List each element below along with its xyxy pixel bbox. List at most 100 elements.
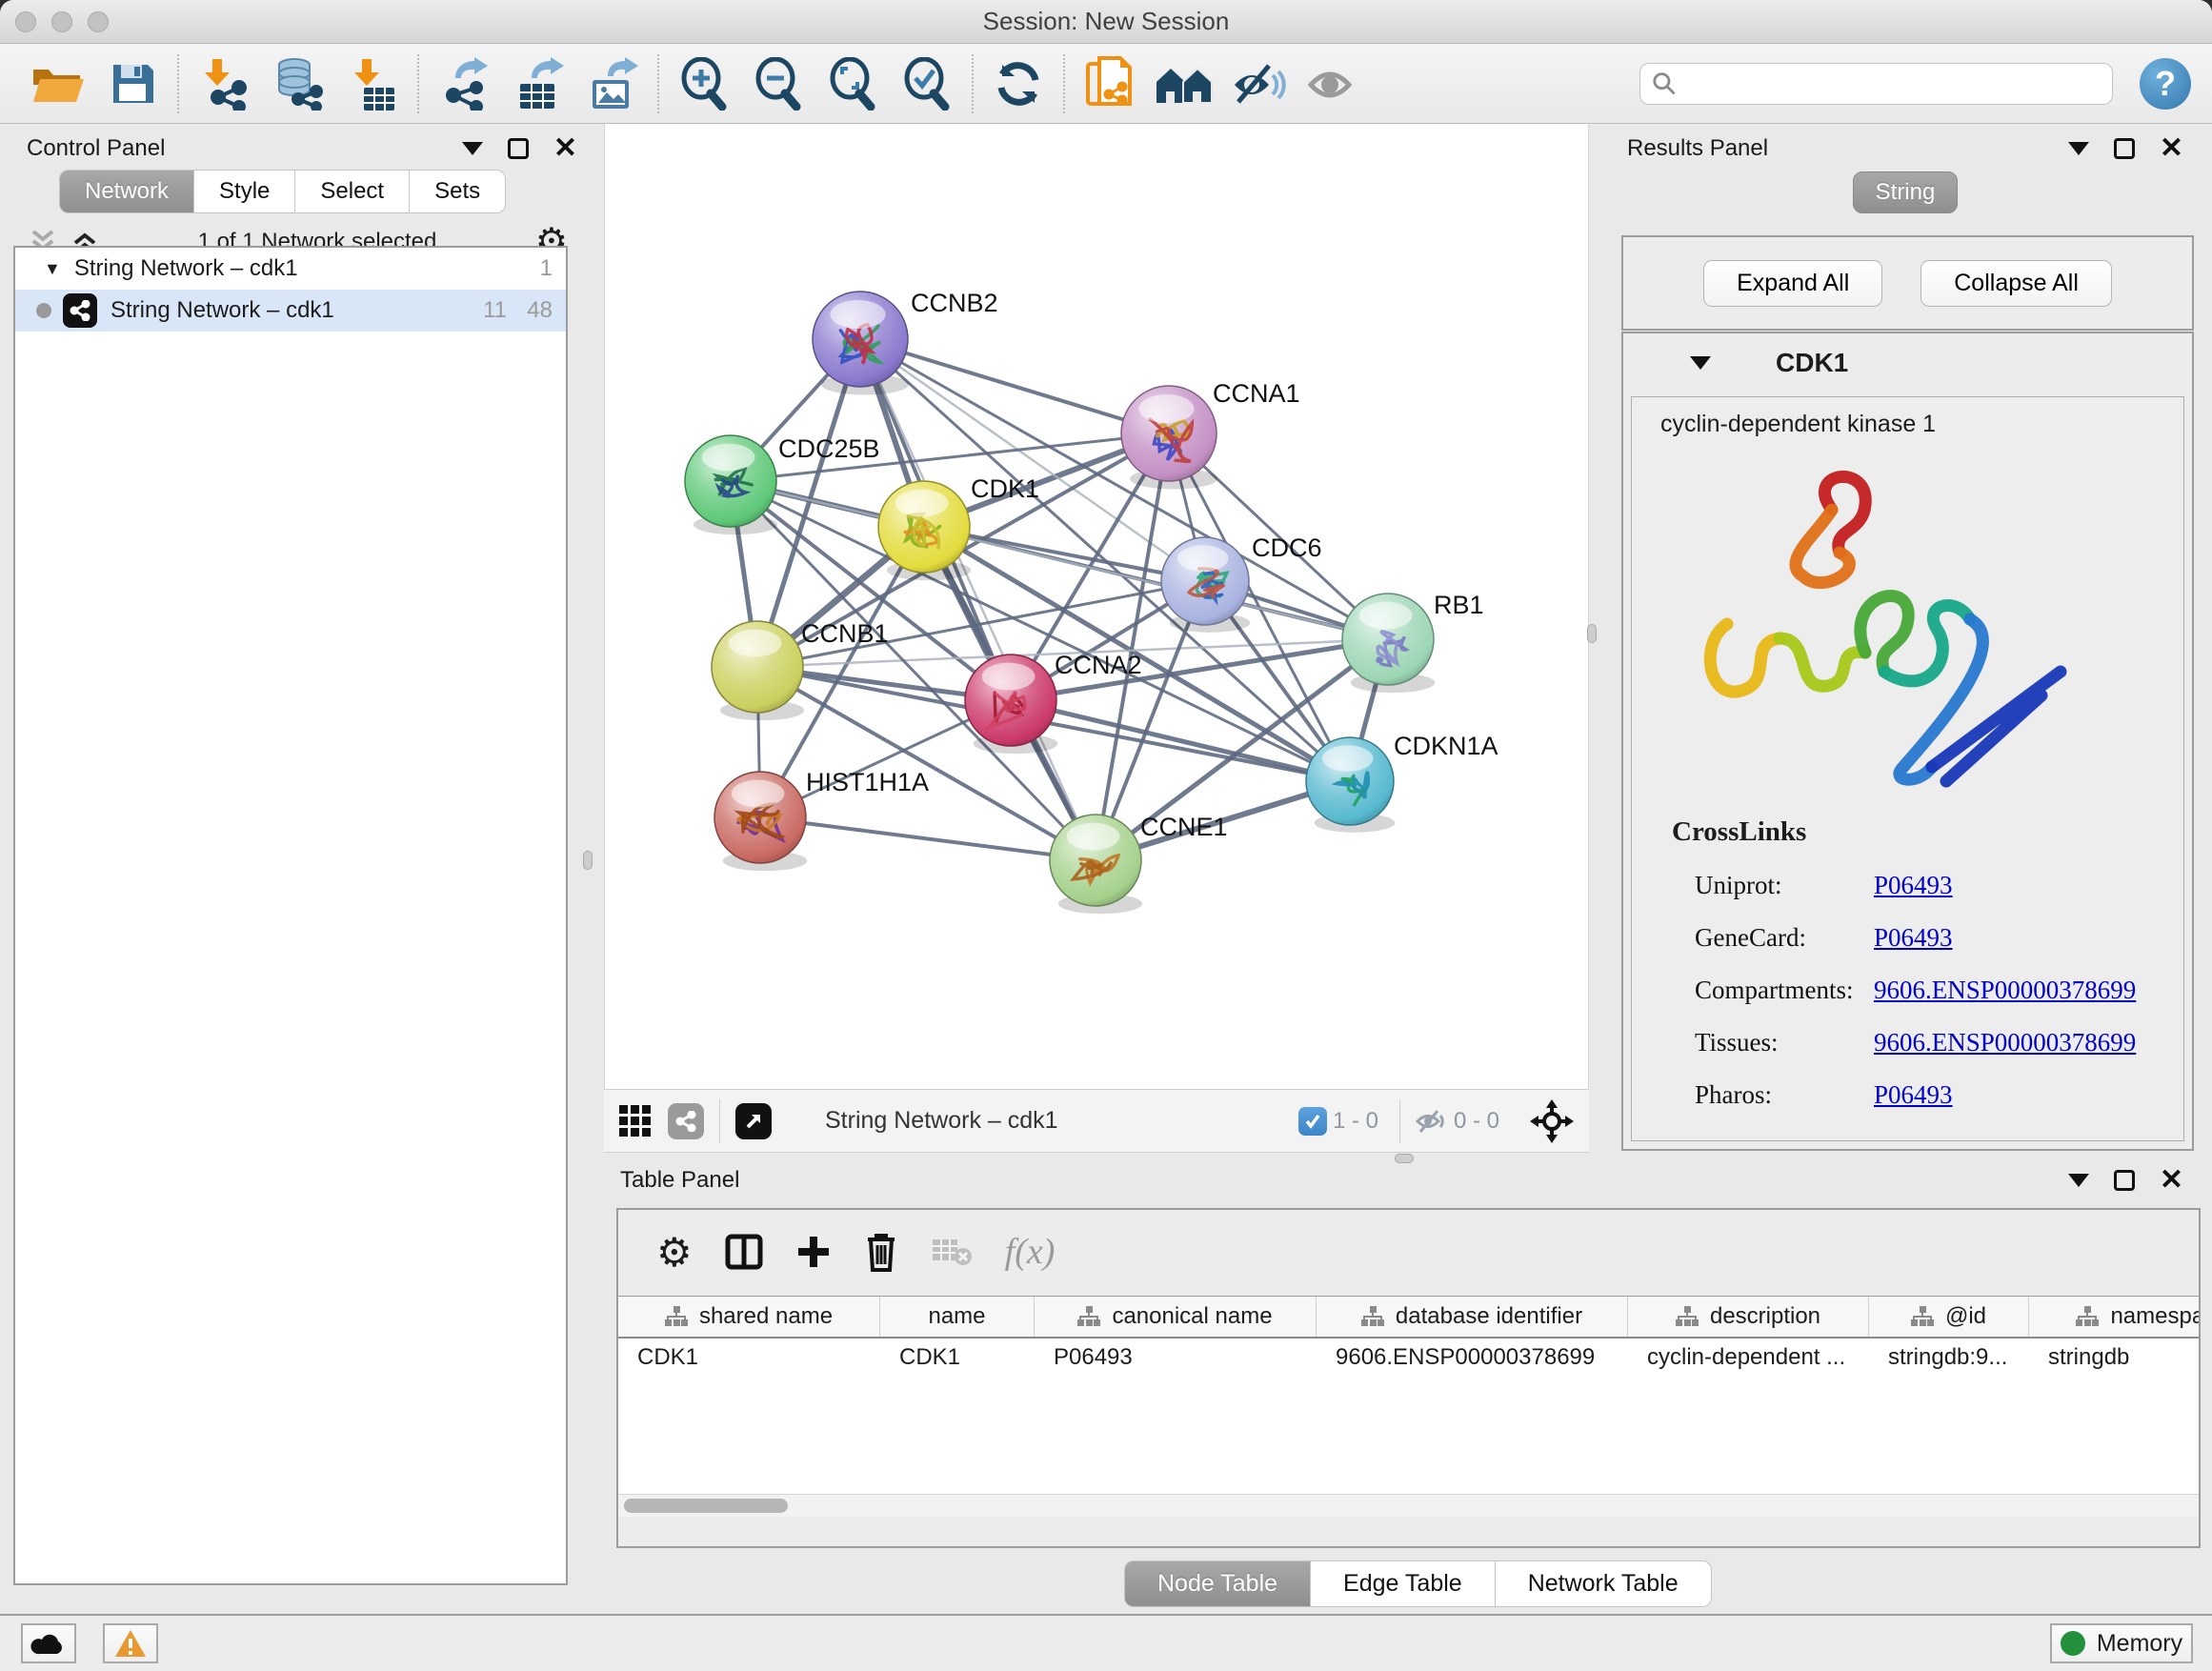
network-graph[interactable]: CCNB2CCNA1CDC25BCDK1CDC6RB1CCNB1CCNA2CDK… xyxy=(605,124,1590,1089)
tab-sets[interactable]: Sets xyxy=(410,170,506,213)
toolbar-separator xyxy=(719,1099,720,1143)
zoom-fit-button[interactable] xyxy=(815,50,890,118)
crosslink-link[interactable]: 9606.ENSP00000378699 xyxy=(1874,1028,2136,1057)
import-network-file-button[interactable] xyxy=(187,50,261,118)
export-network-icon xyxy=(438,57,490,111)
zoom-out-button[interactable] xyxy=(741,50,815,118)
memory-button[interactable]: Memory xyxy=(2050,1623,2193,1663)
network-tree: ▼String Network – cdk11String Network – … xyxy=(13,246,568,1585)
function-builder-icon[interactable]: f(x) xyxy=(1005,1231,1056,1273)
selected-nodes-checkbox[interactable] xyxy=(1298,1107,1327,1136)
help-button[interactable]: ? xyxy=(2140,58,2191,110)
node-CDK1[interactable]: CDK1 xyxy=(878,474,1039,580)
import-table-button[interactable] xyxy=(335,50,410,118)
hide-selected-button[interactable] xyxy=(1221,50,1296,118)
right-splitter-handle[interactable] xyxy=(1587,624,1597,643)
search-field[interactable] xyxy=(1639,63,2113,105)
tab-network[interactable]: Network xyxy=(59,170,194,213)
table-cell: stringdb:9... xyxy=(1869,1339,2029,1380)
table-row[interactable]: CDK1CDK1P064939606.ENSP00000378699cyclin… xyxy=(618,1339,2199,1380)
panel-menu-icon[interactable] xyxy=(2068,142,2089,155)
panel-float-icon[interactable] xyxy=(2114,1170,2135,1191)
panel-float-icon[interactable] xyxy=(2114,138,2135,159)
tab-select[interactable]: Select xyxy=(295,170,410,213)
zoom-in-button[interactable] xyxy=(667,50,741,118)
add-column-icon[interactable] xyxy=(795,1234,832,1270)
panel-close-icon[interactable]: ✕ xyxy=(2160,1170,2183,1191)
crosslink-link[interactable]: P06493 xyxy=(1874,1080,1953,1110)
table-horizontal-scrollbar[interactable] xyxy=(618,1494,2199,1517)
main-toolbar: ? xyxy=(0,44,2212,124)
left-splitter-handle[interactable] xyxy=(583,851,593,870)
column-header-@id[interactable]: @id xyxy=(1869,1297,2029,1337)
column-header-description[interactable]: description xyxy=(1628,1297,1869,1337)
node-CDKN1A[interactable]: CDKN1A xyxy=(1306,732,1498,833)
export-network-button[interactable] xyxy=(427,50,501,118)
expand-all-button[interactable]: Expand All xyxy=(1703,260,1882,307)
table-toolbar: ⚙ f(x) xyxy=(618,1210,2199,1294)
import-network-database-button[interactable] xyxy=(261,50,335,118)
show-columns-icon[interactable] xyxy=(725,1233,763,1271)
tab-edge-table[interactable]: Edge Table xyxy=(1311,1560,1496,1607)
zoom-out-icon xyxy=(753,57,804,111)
open-in-new-window-icon[interactable] xyxy=(735,1103,772,1139)
network-tree-row[interactable]: ▼String Network – cdk11 xyxy=(15,248,566,290)
node-RB1[interactable]: RB1 xyxy=(1342,591,1484,693)
node-table[interactable]: shared namenamecanonical namedatabase id… xyxy=(618,1296,2199,1517)
open-session-button[interactable] xyxy=(21,50,95,118)
cloud-icon xyxy=(30,1631,67,1656)
panel-float-icon[interactable] xyxy=(508,138,529,159)
network-type-icon[interactable] xyxy=(668,1103,704,1139)
clone-network-button[interactable] xyxy=(1073,50,1147,118)
search-input[interactable] xyxy=(1677,70,2101,97)
delete-table-icon[interactable] xyxy=(931,1236,973,1268)
birdseye-grid-icon[interactable] xyxy=(619,1105,651,1137)
collapse-all-button[interactable]: Collapse All xyxy=(1920,260,2112,307)
column-header-canonical-name[interactable]: canonical name xyxy=(1035,1297,1317,1337)
network-label: String Network – cdk1 xyxy=(111,297,461,324)
gene-name: CDK1 xyxy=(1776,348,1848,378)
panel-close-icon[interactable]: ✕ xyxy=(553,138,577,159)
panel-close-icon[interactable]: ✕ xyxy=(2160,138,2183,159)
column-label: @id xyxy=(1945,1303,1986,1330)
hierarchy-icon xyxy=(1676,1306,1699,1327)
edge-CCNE1-HIST1H1A[interactable] xyxy=(760,817,1096,860)
network-view-canvas[interactable]: CCNB2CCNA1CDC25BCDK1CDC6RB1CCNB1CCNA2CDK… xyxy=(604,124,1589,1089)
tab-style[interactable]: Style xyxy=(194,170,295,213)
eye-icon xyxy=(1305,62,1360,106)
column-header-name[interactable]: name xyxy=(880,1297,1035,1337)
table-settings-gear-icon[interactable]: ⚙ xyxy=(656,1229,693,1276)
crosslink-row: Tissues:9606.ENSP00000378699 xyxy=(1632,1028,2183,1057)
apply-layout-button[interactable] xyxy=(981,50,1056,118)
delete-column-trash-icon[interactable] xyxy=(864,1232,898,1272)
export-table-button[interactable] xyxy=(501,50,575,118)
panel-menu-icon[interactable] xyxy=(462,142,483,155)
node-label-CDKN1A: CDKN1A xyxy=(1394,732,1498,760)
node-HIST1H1A[interactable]: HIST1H1A xyxy=(714,768,929,871)
tab-string[interactable]: String xyxy=(1853,171,1958,213)
cloud-button[interactable] xyxy=(21,1623,76,1663)
zoom-selected-button[interactable] xyxy=(890,50,964,118)
panel-menu-icon[interactable] xyxy=(2068,1174,2089,1187)
save-session-button[interactable] xyxy=(95,50,170,118)
column-header-namespace[interactable]: namespace xyxy=(2029,1297,2199,1337)
tab-network-table[interactable]: Network Table xyxy=(1496,1560,1712,1607)
crosslink-link[interactable]: P06493 xyxy=(1874,871,1953,900)
tab-node-table[interactable]: Node Table xyxy=(1124,1560,1311,1607)
home-button[interactable] xyxy=(1147,50,1221,118)
column-header-database-identifier[interactable]: database identifier xyxy=(1317,1297,1628,1337)
application-window: Session: New Session xyxy=(0,0,2212,1671)
scrollbar-thumb[interactable] xyxy=(624,1499,788,1513)
crosslink-link[interactable]: P06493 xyxy=(1874,923,1953,953)
table-cell: stringdb xyxy=(2029,1339,2199,1380)
network-tree-row[interactable]: String Network – cdk11148 xyxy=(15,290,566,332)
gene-collapse-icon[interactable] xyxy=(1690,356,1711,370)
show-all-button[interactable] xyxy=(1296,50,1370,118)
warnings-button[interactable] xyxy=(103,1623,158,1663)
pan-crosshair-icon[interactable] xyxy=(1530,1099,1574,1143)
toolbar-separator xyxy=(417,54,419,113)
export-image-button[interactable] xyxy=(575,50,650,118)
column-header-shared-name[interactable]: shared name xyxy=(618,1297,880,1337)
tree-expander-icon[interactable]: ▼ xyxy=(44,259,61,279)
crosslink-link[interactable]: 9606.ENSP00000378699 xyxy=(1874,976,2136,1005)
